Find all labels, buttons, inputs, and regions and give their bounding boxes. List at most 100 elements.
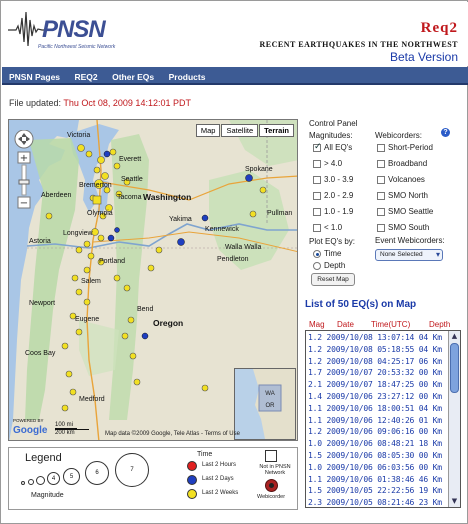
eq-list-row[interactable]: 1.2 2009/10/06 09:06:16 00 Km — [308, 427, 448, 439]
time-red-dot-icon — [187, 461, 197, 471]
map-copyright[interactable]: Map data ©2009 Google, Tele Atlas - Term… — [105, 431, 240, 437]
web-smo-south-checkbox[interactable]: SMO South — [377, 223, 429, 232]
checkbox-icon[interactable] — [313, 191, 321, 200]
eq-list-row[interactable]: 1.0 2009/10/06 08:48:21 18 Km — [308, 439, 448, 451]
eq-list-rows: 1.2 2009/10/08 13:07:14 04 Km 1.2 2009/10… — [308, 333, 448, 507]
checkbox-icon[interactable] — [377, 207, 385, 216]
nav-products[interactable]: Products — [169, 68, 206, 86]
help-icon[interactable]: ? — [441, 128, 450, 137]
reset-map-button[interactable]: Reset Map — [311, 273, 355, 286]
nav-other-eqs[interactable]: Other EQs — [112, 68, 154, 86]
mag-2-checkbox[interactable]: 2.0 - 2.9 — [313, 191, 353, 200]
eq-list-row[interactable]: 2.1 2009/10/07 18:47:25 00 Km — [308, 380, 448, 392]
radio-icon[interactable] — [313, 261, 321, 270]
plot-depth-label: Depth — [324, 261, 346, 270]
col-depth: Depth — [429, 320, 451, 329]
file-updated: File updated: Thu Oct 08, 2009 14:12:01 … — [9, 98, 191, 108]
map-label-spokane: Spokane — [245, 166, 273, 173]
eq-list-row[interactable]: 1.0 2009/10/06 06:03:56 00 Km — [308, 463, 448, 475]
col-mag: Mag — [309, 320, 325, 329]
plot-depth-radio[interactable]: Depth — [313, 261, 345, 270]
map-label-yakima: Yakima — [169, 216, 192, 223]
eq-list-row[interactable]: 1.2 2009/10/08 04:25:17 06 Km — [308, 357, 448, 369]
header: PNSN Pacific Northwest Seismic Network R… — [2, 2, 468, 66]
scroll-up-icon[interactable]: ▲ — [450, 332, 459, 341]
legend-title: Legend — [25, 452, 62, 464]
map-label-portland: Portland — [99, 258, 126, 265]
webicorder-label: Webicorder — [257, 494, 286, 500]
map-label-bend: Bend — [137, 306, 154, 313]
map-label-washington: Washington — [143, 192, 192, 202]
plot-time-radio[interactable]: Time — [313, 249, 341, 258]
legend: Legend 4 5 6 7 Magnitude Time Last 2 Hou… — [8, 447, 298, 510]
legend-time-title: Time — [197, 451, 213, 458]
eq-list-row[interactable]: 1.1 2009/10/06 12:40:26 01 Km — [308, 416, 448, 428]
overview-map-inset[interactable]: WA OR — [234, 368, 296, 440]
web-volcanoes-checkbox[interactable]: Volcanoes — [377, 175, 425, 184]
checkbox-icon[interactable] — [377, 143, 385, 152]
webicorder-icon — [265, 479, 278, 492]
eq-list-row[interactable]: 1.1 2009/10/06 01:38:46 46 Km — [308, 475, 448, 487]
eq-list-row[interactable]: 1.1 2009/10/06 18:00:51 04 Km — [308, 404, 448, 416]
google-wordmark: Google — [13, 425, 48, 436]
eq-list-row[interactable]: 2.3 2009/10/05 08:21:46 23 Km — [308, 498, 448, 507]
checkbox-icon[interactable] — [313, 159, 321, 168]
checkbox-icon[interactable] — [313, 207, 321, 216]
web-smo-seattle-label: SMO Seattle — [388, 207, 434, 216]
web-broadband-checkbox[interactable]: Broadband — [377, 159, 427, 168]
map-type-toolbar: Map Satellite Terrain — [195, 124, 294, 137]
time-last-2-weeks: Last 2 Weeks — [202, 490, 239, 496]
map-type-satellite-button[interactable]: Satellite — [221, 124, 259, 137]
eq-list-row[interactable]: 1.7 2009/10/07 20:53:32 00 Km — [308, 368, 448, 380]
eq-list-title: List of 50 EQ(s) on Map — [305, 299, 417, 310]
nav-pnsn-pages[interactable]: PNSN Pages — [9, 68, 60, 86]
legend-magnitude-label: Magnitude — [31, 492, 64, 499]
control-panel-title: Control Panel — [309, 119, 358, 128]
beta-label: Beta Version — [389, 50, 458, 64]
nav-req2[interactable]: REQ2 — [74, 68, 97, 86]
plot-time-label: Time — [324, 249, 342, 258]
map-label-everett: Everett — [119, 156, 142, 163]
mag-size-6: 6 — [85, 461, 109, 485]
scroll-thumb[interactable] — [450, 343, 459, 393]
eq-list-row[interactable]: 1.2 2009/10/08 13:07:14 04 Km — [308, 333, 448, 345]
map-type-terrain-button[interactable]: Terrain — [259, 124, 294, 137]
updated-value: Thu Oct 08, 2009 14:12:01 PDT — [63, 98, 191, 108]
eq-list-row[interactable]: 1.5 2009/10/05 22:22:56 19 Km — [308, 486, 448, 498]
checkbox-icon[interactable] — [313, 175, 321, 184]
eq-list-row[interactable]: 1.4 2009/10/06 23:27:12 00 Km — [308, 392, 448, 404]
mag-size-2 — [28, 479, 34, 485]
pnsn-logo[interactable]: PNSN — [42, 16, 106, 44]
map-type-map-button[interactable]: Map — [195, 124, 221, 137]
time-last-2-hours: Last 2 Hours — [202, 462, 237, 468]
eq-list-scrollbar[interactable]: ▲ ▼ — [448, 331, 460, 507]
pan-zoom-control[interactable]: + − — [13, 130, 35, 210]
earthquake-map[interactable]: Map Satellite Terrain + − Victoria Evere… — [8, 119, 298, 441]
checkbox-icon[interactable] — [313, 223, 321, 232]
scroll-down-icon[interactable]: ▼ — [450, 497, 459, 506]
not-pnsn-square-icon — [265, 450, 277, 462]
checkbox-checked-icon[interactable] — [313, 142, 322, 152]
plot-by-heading: Plot EQ's by: — [309, 237, 355, 246]
eq-list[interactable]: 1.2 2009/10/08 13:07:14 04 Km 1.2 2009/10… — [305, 330, 461, 508]
eq-list-row[interactable]: 1.5 2009/10/06 08:05:30 00 Km — [308, 451, 448, 463]
checkbox-icon[interactable] — [377, 191, 385, 200]
web-short-period-checkbox[interactable]: Short-Period — [377, 143, 433, 152]
event-webicorder-select[interactable]: None Selected — [375, 249, 443, 261]
mag-3-checkbox[interactable]: 3.0 - 3.9 — [313, 175, 353, 184]
mag-lt1-checkbox[interactable]: < 1.0 — [313, 223, 342, 232]
web-smo-north-checkbox[interactable]: SMO North — [377, 191, 428, 200]
eq-list-row[interactable]: 1.2 2009/10/08 05:18:55 04 Km — [308, 345, 448, 357]
mag-1-checkbox[interactable]: 1.0 - 1.9 — [313, 207, 353, 216]
map-label-eugene: Eugene — [75, 316, 100, 323]
mag-all-checkbox[interactable]: All EQ's — [313, 142, 352, 152]
mag-gt4-checkbox[interactable]: > 4.0 — [313, 159, 342, 168]
map-label-kennewick: Kennewick — [205, 226, 239, 233]
radio-selected-icon[interactable] — [313, 249, 321, 258]
mag-size-3 — [36, 476, 45, 485]
checkbox-icon[interactable] — [377, 175, 385, 184]
checkbox-icon[interactable] — [377, 223, 385, 232]
nav-bar: PNSN Pages REQ2 Other EQs Products — [2, 67, 468, 85]
web-smo-seattle-checkbox[interactable]: SMO Seattle — [377, 207, 433, 216]
checkbox-icon[interactable] — [377, 159, 385, 168]
